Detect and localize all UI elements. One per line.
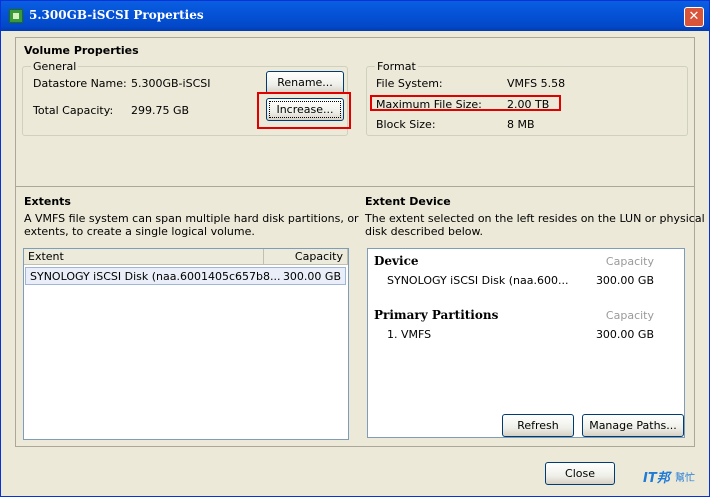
block-size-value: 8 MB <box>507 118 535 131</box>
device-capacity-heading: Capacity <box>605 255 654 268</box>
properties-dialog: 5.300GB-iSCSI Properties ✕ Volume Proper… <box>0 0 710 497</box>
total-capacity-value: 299.75 GB <box>131 104 190 117</box>
block-size-label: Block Size: <box>376 118 436 131</box>
close-window-button[interactable]: ✕ <box>684 7 704 27</box>
extent-device-description-2: disk described below. <box>365 225 483 238</box>
close-button[interactable]: Close <box>545 462 615 485</box>
device-heading: Device <box>374 254 419 268</box>
total-capacity-label: Total Capacity: <box>33 104 114 117</box>
capacity-column-header[interactable]: Capacity <box>264 249 348 265</box>
manage-paths-button[interactable]: Manage Paths... <box>582 414 684 437</box>
max-file-size-highlight <box>370 95 561 111</box>
format-legend: Format <box>375 60 418 73</box>
window-title: 5.300GB-iSCSI Properties <box>29 8 204 22</box>
general-legend: General <box>31 60 79 73</box>
extents-description-2: extents, to create a single logical volu… <box>24 225 255 238</box>
extent-device-heading: Extent Device <box>365 195 451 208</box>
device-capacity: 300.00 GB <box>595 274 654 287</box>
watermark-subtext: 幫忙 <box>675 473 695 484</box>
extents-section: Extents A VMFS file system can span mult… <box>15 187 705 447</box>
extents-heading: Extents <box>24 195 71 208</box>
refresh-button[interactable]: Refresh <box>502 414 574 437</box>
file-system-label: File System: <box>376 77 443 90</box>
datastore-icon <box>9 9 23 23</box>
extent-device-description-1: The extent selected on the left resides … <box>365 212 705 225</box>
title-bar[interactable]: 5.300GB-iSCSI Properties ✕ <box>1 1 709 31</box>
extent-cell: SYNOLOGY iSCSI Disk (naa.6001405c657b8..… <box>30 270 281 283</box>
partition-capacity: 300.00 GB <box>595 328 654 341</box>
datastore-name-label: Datastore Name: <box>33 77 127 90</box>
watermark-logo: IT邦 幫忙 <box>641 461 709 495</box>
datastore-name-value: 5.300GB-iSCSI <box>131 77 211 90</box>
volume-properties-section: Volume Properties General Datastore Name… <box>15 37 695 187</box>
extent-column-header[interactable]: Extent <box>24 249 264 265</box>
increase-highlight <box>257 92 351 129</box>
device-name: SYNOLOGY iSCSI Disk (naa.600... <box>387 274 569 287</box>
table-row[interactable]: SYNOLOGY iSCSI Disk (naa.6001405c657b8..… <box>25 267 346 285</box>
rename-button[interactable]: Rename... <box>266 71 344 94</box>
close-icon: ✕ <box>688 9 700 24</box>
watermark-text: IT邦 <box>643 471 670 486</box>
partition-name: 1. VMFS <box>387 328 432 341</box>
primary-partitions-heading: Primary Partitions <box>374 308 499 322</box>
volume-properties-heading: Volume Properties <box>24 44 139 57</box>
extent-device-panel: Device Capacity SYNOLOGY iSCSI Disk (naa… <box>367 248 685 438</box>
extents-description-1: A VMFS file system can span multiple har… <box>24 212 359 225</box>
file-system-value: VMFS 5.58 <box>507 77 566 90</box>
partition-capacity-heading: Capacity <box>605 309 654 322</box>
extents-table: Extent Capacity SYNOLOGY iSCSI Disk (naa… <box>23 248 349 440</box>
capacity-cell: 300.00 GB <box>282 270 341 283</box>
